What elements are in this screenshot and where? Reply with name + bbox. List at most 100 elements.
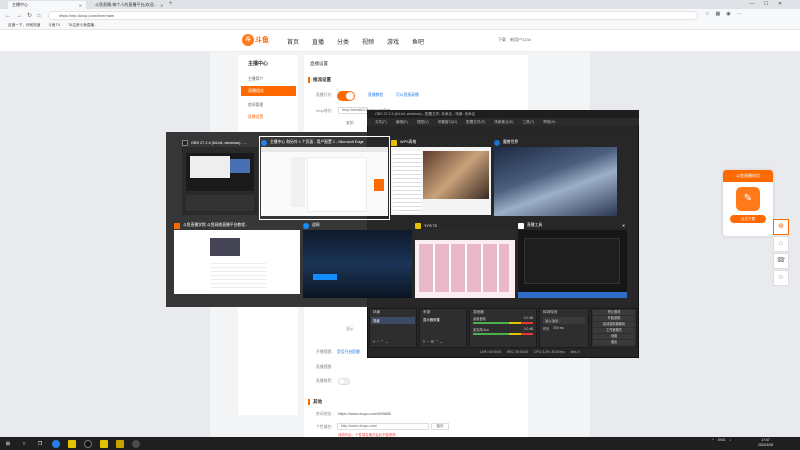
obs-studio-mode-button[interactable]: 工作室模式 <box>593 328 635 333</box>
switcher-window-edge[interactable]: 主播中心 和另外 1 个页面 - 用户配置 1 - Microsoft Edge <box>259 136 390 220</box>
feedback-icon[interactable]: ☺ <box>773 270 789 286</box>
username-link[interactable]: 新用户1234 <box>510 37 531 43</box>
refresh-icon[interactable]: ↻ <box>27 12 32 19</box>
obs-taskbar-icon[interactable] <box>84 439 92 448</box>
live-toggle[interactable] <box>337 91 355 101</box>
sidebar-item-profile[interactable]: 主播简介 <box>248 77 263 82</box>
taskbar-search-icon[interactable]: ○ <box>20 440 28 448</box>
maximize-button[interactable]: ☐ <box>759 0 773 9</box>
room-url[interactable]: https://www.douyu.com/505888 <box>338 412 391 416</box>
back-icon[interactable]: ← <box>5 13 11 19</box>
obs-source-toolbar-icon[interactable]: ＋ − ⚙ ⌃ ⌄ <box>422 339 443 345</box>
tab-douyu[interactable]: 斗鱼直播-每个人的直播平台(欢迎... ✕ <box>88 1 166 9</box>
obs-menu-item[interactable]: 配置文件(P) <box>466 120 485 125</box>
bookmark-item[interactable]: 斗鱼TV <box>48 23 60 28</box>
companion-promo[interactable]: 斗鱼直播伴侣 ✎ 点击下载 <box>723 170 773 236</box>
tray-expand-icon[interactable]: ^ <box>712 438 714 442</box>
rtmp-field[interactable]: rtmp://sendtc3.douyu.com/live <box>338 107 390 114</box>
switcher-window-wps[interactable]: WPS表格 <box>391 138 491 218</box>
tutorial-link[interactable]: 直播教程 <box>368 93 383 98</box>
window-title: 直播工具 <box>527 223 543 227</box>
taskbar-clock[interactable]: 17:47 2022/10/8 <box>758 438 773 448</box>
obs-menu-item[interactable]: 编辑(E) <box>396 120 408 125</box>
task-view-icon[interactable]: ❐ <box>36 440 44 448</box>
favorite-icon[interactable]: ☆ <box>705 11 709 17</box>
switcher-window-obs[interactable]: OBS 27.2.4 (64-bit, windows) - ... <box>182 138 258 218</box>
switcher-window-wow[interactable]: 魔兽世界 <box>494 138 617 218</box>
switcher-window-yys[interactable]: YYS 72 <box>415 221 515 301</box>
download-link[interactable]: 下载 <box>498 37 506 43</box>
domain-save-button[interactable]: 保存 <box>431 423 449 430</box>
address-bar[interactable]: https://mp.douyu.com/live/main <box>48 11 698 20</box>
bookmark-item[interactable]: 百度一下，你就知道 <box>8 23 40 28</box>
obs-menu-item[interactable]: 场景集合(S) <box>494 120 513 125</box>
publish-link[interactable]: 是否开启提醒 <box>337 350 360 355</box>
recommend-toggle[interactable] <box>338 378 350 385</box>
obs-menu-item[interactable]: 停靠窗口(D) <box>438 120 457 125</box>
contact-icon[interactable]: ☎ <box>773 253 789 269</box>
bookmark-item[interactable]: TA注册斗鱼直播... <box>68 23 97 28</box>
obs-virtualcam-button[interactable]: 启动虚拟摄像机 <box>593 322 635 327</box>
obs-duration-value[interactable]: 300 ms <box>553 326 563 331</box>
close-tab-icon[interactable]: ✕ <box>160 3 163 8</box>
obs-settings-button[interactable]: 设置 <box>593 334 635 339</box>
profile-icon[interactable]: ◉ <box>726 11 730 17</box>
more-menu-icon[interactable]: ⋯ <box>737 11 742 17</box>
new-tab-button[interactable]: + <box>169 1 173 7</box>
service-icon[interactable]: ⊕ <box>773 219 789 235</box>
volume-icon[interactable]: ♪ <box>729 438 731 442</box>
close-tab-icon[interactable]: ✕ <box>79 3 82 8</box>
battlenet-taskbar-icon[interactable] <box>132 439 140 448</box>
switcher-window-battlenet[interactable]: 战网 <box>303 221 412 301</box>
language-indicator[interactable]: ENG <box>718 438 726 442</box>
switcher-window-live-tool[interactable]: 直播工具 ✕ <box>518 221 627 301</box>
section-marker <box>308 399 310 405</box>
obs-stop-stream-button[interactable]: 停止推流 <box>593 310 635 315</box>
copy-button[interactable]: 复制 <box>346 121 354 126</box>
edge-app-icon <box>261 139 267 146</box>
sidebar-item-room[interactable]: 房间管理 <box>248 103 263 108</box>
minimize-button[interactable]: — <box>745 0 759 9</box>
nav-home[interactable]: 首页 <box>287 37 299 46</box>
obs-menu-item[interactable]: 工具(T) <box>522 120 534 125</box>
obs-record-button[interactable]: 开始录制 <box>593 316 635 321</box>
record-link[interactable]: 可以直接录播 <box>396 93 419 98</box>
yys-taskbar-icon[interactable] <box>116 439 124 448</box>
obs-menu-item[interactable]: 视图(V) <box>417 120 429 125</box>
tab-anchor-center[interactable]: 主播中心 ✕ <box>8 1 86 9</box>
obs-transition-select[interactable]: 淡入淡出 <box>543 317 585 324</box>
yys-app-icon <box>415 222 421 229</box>
explorer-taskbar-icon[interactable] <box>68 439 76 448</box>
promo-download-button[interactable]: 点击下载 <box>730 215 766 223</box>
edge-taskbar-icon[interactable] <box>52 439 60 448</box>
show-button[interactable]: 显示 <box>346 327 354 332</box>
audio-meter <box>473 322 533 324</box>
douyu-logo[interactable]: 斗 斗鱼 <box>242 33 272 47</box>
forward-icon[interactable]: → <box>16 13 22 19</box>
sidebar-item-settings[interactable]: 直播设置 <box>248 115 263 120</box>
nav-fishbar[interactable]: 鱼吧 <box>412 37 424 46</box>
home-icon[interactable]: ⌂ <box>37 13 41 19</box>
switcher-window-douyu-school[interactable]: 斗鱼直播学院-斗鱼网络直播平台教程... <box>174 221 300 295</box>
close-window-button[interactable]: ✕ <box>773 0 787 9</box>
wps-taskbar-icon[interactable] <box>100 439 108 448</box>
obs-scene-toolbar-icon[interactable]: ＋ − ⌃ ⌄ <box>372 339 388 345</box>
taskbar: ⊞ ○ ❐ <box>0 437 800 450</box>
close-window-icon[interactable]: ✕ <box>622 223 627 228</box>
obs-scene-item[interactable]: 场景 <box>371 317 415 324</box>
home-fab-icon[interactable]: ⌂ <box>773 236 789 252</box>
room-url-label: 房间地址： <box>316 412 335 416</box>
nav-video[interactable]: 视频 <box>362 37 374 46</box>
domain-field[interactable]: http://www.douyu.com/ <box>337 423 429 430</box>
nav-live[interactable]: 直播 <box>312 37 324 46</box>
windows-start-icon[interactable]: ⊞ <box>4 440 12 448</box>
obs-menu-item[interactable]: 帮助(H) <box>543 120 555 125</box>
obs-exit-button[interactable]: 退出 <box>593 340 635 345</box>
obs-source-item[interactable]: 显示器采集 <box>420 316 466 323</box>
nav-game[interactable]: 游戏 <box>387 37 399 46</box>
obs-menu-item[interactable]: 文件(F) <box>375 120 387 125</box>
battlenet-app-icon <box>303 222 309 229</box>
nav-category[interactable]: 分类 <box>337 37 349 46</box>
sidebar-item-live[interactable]: 直播相关 <box>241 86 296 96</box>
collections-icon[interactable]: ▦ <box>715 11 720 17</box>
